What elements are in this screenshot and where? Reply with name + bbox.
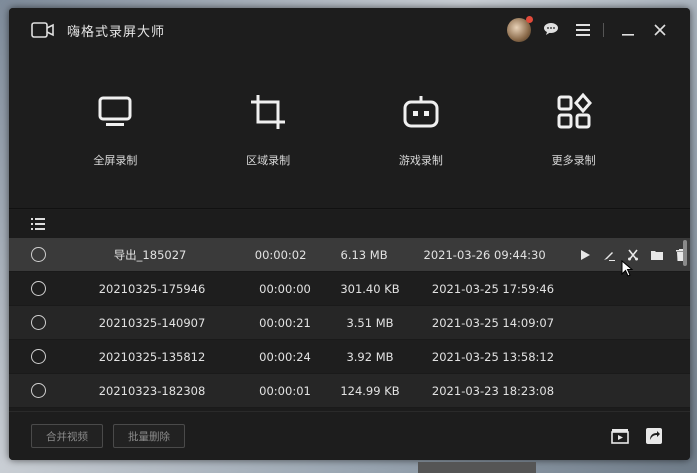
recording-modes: 全屏录制 区域录制 游戏录制 更多录制 [9, 52, 690, 209]
table-row[interactable]: 20210323-182308 00:00:01 124.99 KB 2021-… [9, 374, 690, 408]
menu-button[interactable] [569, 16, 597, 44]
close-icon [654, 21, 666, 40]
file-name: 20210323-182308 [98, 383, 206, 398]
file-size: 3.51 MB [346, 315, 394, 330]
mode-label: 区域录制 [246, 154, 291, 167]
file-name: 导出_185027 [113, 247, 187, 262]
chat-button[interactable] [537, 16, 565, 44]
crop-icon [248, 92, 288, 136]
mode-more[interactable]: 更多录制 [529, 92, 619, 168]
share-icon[interactable] [644, 426, 664, 446]
footer-bar: 合并视频 批量删除 [9, 411, 690, 460]
divider [603, 23, 604, 37]
edit-icon[interactable] [600, 246, 618, 264]
mouse-cursor-icon [621, 259, 635, 278]
mode-label: 更多录制 [551, 154, 596, 167]
list-view-icon[interactable] [31, 215, 45, 234]
created-date: 2021-03-25 14:09:07 [431, 315, 555, 330]
mode-label: 游戏录制 [398, 154, 443, 167]
table-row[interactable]: 20210325-140907 00:00:21 3.51 MB 2021-03… [9, 306, 690, 340]
file-size: 124.99 KB [340, 383, 400, 398]
app-title: 嗨格式录屏大师 [67, 24, 166, 40]
file-size: 6.13 MB [340, 247, 388, 262]
duration: 00:00:00 [259, 281, 311, 296]
batch-delete-button[interactable]: 批量删除 [113, 424, 185, 448]
hamburger-menu-icon [576, 21, 590, 40]
table-row[interactable]: 导出_185027 00:00:02 6.13 MB 2021-03-26 09… [9, 238, 690, 272]
chat-icon [543, 21, 559, 40]
duration: 00:00:24 [259, 349, 311, 364]
mode-fullscreen[interactable]: 全屏录制 [70, 92, 160, 168]
desktop-background [418, 462, 536, 473]
row-radio[interactable] [31, 383, 46, 398]
duration: 00:00:02 [254, 247, 307, 262]
apps-grid-icon [554, 92, 594, 136]
created-date: 2021-03-25 17:59:46 [431, 281, 555, 296]
gamepad-icon [401, 92, 441, 136]
play-icon[interactable] [576, 246, 594, 264]
created-date: 2021-03-25 13:58:12 [431, 349, 555, 364]
created-date: 2021-03-23 18:23:08 [431, 383, 555, 398]
rows: 导出_185027 00:00:02 6.13 MB 2021-03-26 09… [9, 238, 690, 408]
recording-list: 导出_185027 00:00:02 6.13 MB 2021-03-26 09… [9, 210, 690, 411]
mode-game[interactable]: 游戏录制 [376, 92, 466, 168]
file-name: 20210325-175946 [98, 281, 206, 296]
file-size: 301.40 KB [340, 281, 400, 296]
trash-icon[interactable] [672, 246, 690, 264]
avatar [507, 16, 533, 42]
table-row[interactable]: 20210325-135812 00:00:24 3.92 MB 2021-03… [9, 340, 690, 374]
app-window: 嗨格式录屏大师 全屏录制 区域录制 游戏录制 更多录制 导出_185027 00… [9, 8, 690, 460]
title-bar: 嗨格式录屏大师 [9, 8, 690, 52]
created-date: 2021-03-26 09:44:30 [423, 247, 546, 262]
mode-label: 全屏录制 [93, 154, 138, 167]
duration: 00:00:01 [259, 383, 311, 398]
list-header [9, 210, 690, 238]
merge-videos-button[interactable]: 合并视频 [31, 424, 103, 448]
duration: 00:00:21 [259, 315, 311, 330]
row-radio[interactable] [31, 315, 46, 330]
monitor-icon [95, 92, 135, 136]
list-scrollbar[interactable] [683, 240, 687, 266]
row-radio[interactable] [31, 247, 46, 262]
folder-icon[interactable] [648, 246, 666, 264]
mode-region[interactable]: 区域录制 [223, 92, 313, 168]
row-radio[interactable] [31, 281, 46, 296]
file-name: 20210325-140907 [98, 315, 206, 330]
minimize-icon [622, 21, 634, 40]
file-size: 3.92 MB [346, 349, 394, 364]
file-name: 20210325-135812 [98, 349, 206, 364]
table-row[interactable]: 20210325-175946 00:00:00 301.40 KB 2021-… [9, 272, 690, 306]
video-editor-icon[interactable] [610, 426, 630, 446]
video-camera-icon [31, 21, 55, 39]
close-button[interactable] [646, 16, 674, 44]
user-avatar-button[interactable] [505, 16, 533, 44]
row-radio[interactable] [31, 349, 46, 364]
minimize-button[interactable] [614, 16, 642, 44]
